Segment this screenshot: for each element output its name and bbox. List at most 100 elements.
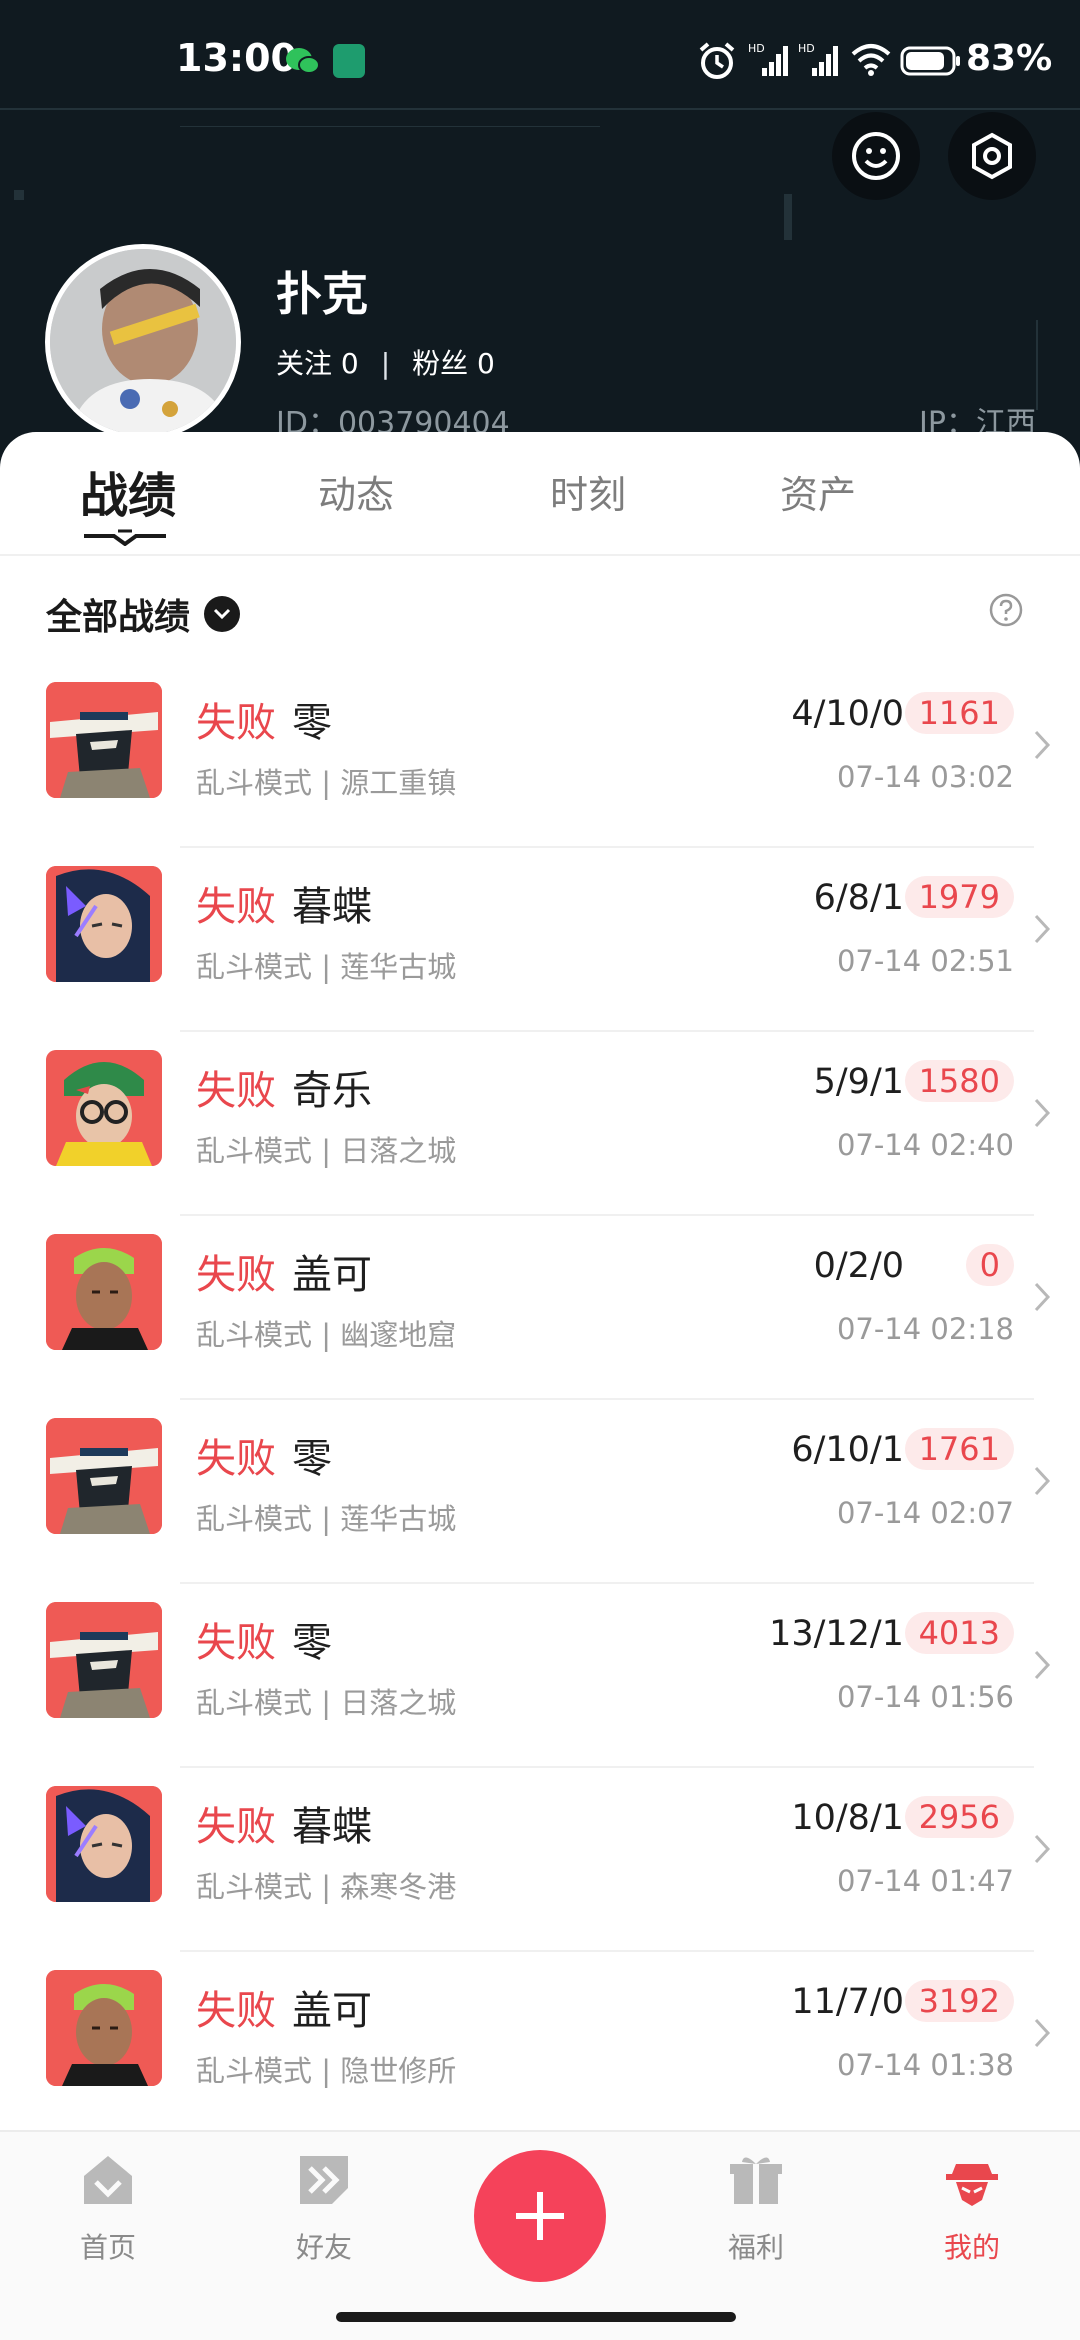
user-avatar[interactable] <box>45 244 241 440</box>
match-score-badge: 0 <box>965 1244 1014 1286</box>
hud-line <box>180 126 600 127</box>
wechat-notification-icon <box>286 48 319 74</box>
match-mode-map: 乱斗模式 | 隐世修所 <box>196 2054 457 2088</box>
nav-label: 首页 <box>79 2231 136 2264</box>
chevron-right-icon <box>1034 914 1051 944</box>
hud-line <box>14 190 24 200</box>
match-score-badge: 1979 <box>904 876 1014 918</box>
match-row[interactable]: 失败零乱斗模式 | 莲华古城 6/10/1 1761 07-14 02:07 <box>0 1400 1080 1584</box>
battery-percentage: 83% <box>966 38 1053 79</box>
fans-count[interactable]: 粉丝 0 <box>412 347 495 380</box>
agent-name: 奇乐 <box>292 1068 372 1114</box>
match-result: 失败 <box>196 884 276 930</box>
settings-button[interactable] <box>948 112 1036 200</box>
agent-name: 零 <box>292 1620 332 1666</box>
chevron-right-icon <box>1034 1834 1051 1864</box>
chevron-right-icon <box>1034 1466 1051 1496</box>
agent-avatar <box>46 1786 162 1902</box>
divider: | <box>380 347 391 380</box>
wifi-icon <box>851 44 891 76</box>
match-time: 07-14 02:07 <box>836 1496 1014 1530</box>
match-mode-map: 乱斗模式 | 日落之城 <box>196 1134 457 1168</box>
cellular-signal-icon: HD <box>798 42 838 76</box>
nav-label: 我的 <box>943 2231 1000 2264</box>
match-score-badge: 1161 <box>904 692 1014 734</box>
match-time: 07-14 01:47 <box>836 1864 1014 1898</box>
match-row[interactable]: 失败零乱斗模式 | 日落之城 13/12/1 4013 07-14 01:56 <box>0 1584 1080 1768</box>
match-kda: 0/2/0 <box>813 1246 904 1286</box>
svg-text:HD: HD <box>748 42 765 55</box>
chevron-right-icon <box>1034 2018 1051 2048</box>
status-time: 13:00 <box>176 36 297 80</box>
username: 扑克 <box>276 267 368 321</box>
match-result: 失败 <box>196 1804 276 1850</box>
status-bar: 13:00 HD HD 83% <box>0 30 1080 94</box>
battery-icon <box>900 46 960 76</box>
tab-assets[interactable]: 资产 <box>780 464 856 519</box>
match-row[interactable]: 失败 盖可乱斗模式 | 隐世修所 11/7/0 3192 07-14 01:38 <box>0 1952 1080 2136</box>
hud-line <box>1036 320 1038 410</box>
nav-rewards[interactable]: 福利 <box>686 2150 826 2266</box>
nav-me[interactable]: 我的 <box>902 2150 1042 2266</box>
agent-avatar <box>46 1970 162 2086</box>
match-time: 07-14 03:02 <box>836 760 1014 794</box>
cellular-signal-icon: HD <box>748 42 788 76</box>
agent-name: 盖可 <box>292 1988 372 2034</box>
tab-record[interactable]: 战绩 <box>80 456 176 526</box>
agent-avatar <box>46 1602 162 1718</box>
match-mode-map: 乱斗模式 | 日落之城 <box>196 1686 457 1720</box>
emoji-button[interactable] <box>832 112 920 200</box>
hud-line <box>0 108 1080 110</box>
match-kda: 4/10/0 <box>791 694 904 734</box>
chevron-right-icon <box>1034 1282 1051 1312</box>
chevron-right-icon <box>1034 730 1051 760</box>
svg-text:HD: HD <box>798 42 815 55</box>
add-button[interactable] <box>474 2150 606 2282</box>
match-row[interactable]: 失败 暮蝶 乱斗模式 | 莲华古城 6/8/1 1979 07-14 02:51 <box>0 848 1080 1032</box>
match-time: 07-14 02:18 <box>836 1312 1014 1346</box>
match-score-badge: 3192 <box>904 1980 1014 2022</box>
match-result: 失败 <box>196 1988 276 2034</box>
match-kda: 13/12/1 <box>769 1614 904 1654</box>
bottom-navigation: 首页 好友 福利 我的 <box>0 2130 1080 2340</box>
match-result: 失败 <box>196 1620 276 1666</box>
record-filter-dropdown[interactable]: 全部战绩 <box>46 588 241 640</box>
match-time: 07-14 01:56 <box>836 1680 1014 1714</box>
following-count[interactable]: 关注 0 <box>276 347 359 380</box>
tab-moments[interactable]: 时刻 <box>550 464 626 519</box>
gift-icon <box>730 2157 782 2204</box>
nav-home[interactable]: 首页 <box>38 2150 178 2266</box>
match-score-badge: 1761 <box>904 1428 1014 1470</box>
match-row[interactable]: 失败 盖可 乱斗模式 | 幽邃地窟 0/2/0 0 07-14 02:18 <box>0 1216 1080 1400</box>
match-kda: 6/8/1 <box>813 878 904 918</box>
agent-avatar <box>46 1418 162 1534</box>
match-row[interactable]: 失败 暮蝶 乱斗模式 | 森寒冬港 10/8/1 2956 07-14 01:47 <box>0 1768 1080 1952</box>
chevron-right-icon <box>1034 1098 1051 1128</box>
nav-label: 好友 <box>295 2231 352 2264</box>
match-score-badge: 4013 <box>904 1612 1014 1654</box>
match-time: 07-14 02:40 <box>836 1128 1014 1162</box>
match-result: 失败 <box>196 1068 276 1114</box>
nav-friends[interactable]: 好友 <box>254 2150 394 2266</box>
match-kda: 6/10/1 <box>791 1430 904 1470</box>
match-mode-map: 乱斗模式 | 莲华古城 <box>196 1502 457 1536</box>
agent-avatar <box>46 1234 162 1350</box>
match-list: 失败零乱斗模式 | 源工重镇 4/10/0 1161 07-14 03:02 失败 暮蝶乱… <box>0 664 1080 2136</box>
match-mode-map: 乱斗模式 | 幽邃地窟 <box>196 1318 457 1352</box>
match-kda: 5/9/1 <box>813 1062 904 1102</box>
home-icon <box>84 2156 132 2204</box>
filter-label: 全部战绩 <box>46 597 191 638</box>
nav-label: 福利 <box>727 2231 784 2264</box>
help-icon[interactable] <box>988 592 1024 628</box>
app-notification-icon <box>333 44 365 78</box>
match-time: 07-14 02:51 <box>836 944 1014 978</box>
match-time: 07-14 01:38 <box>836 2048 1014 2082</box>
tab-posts[interactable]: 动态 <box>318 464 394 519</box>
match-kda: 10/8/1 <box>791 1798 904 1838</box>
tab-bar: 战绩 动态 时刻 资产 <box>0 432 1080 556</box>
match-kda: 11/7/0 <box>791 1982 904 2022</box>
match-row[interactable]: 失败 奇乐 乱斗模式 | 日落之城 5/9/1 1580 07-14 02:40 <box>0 1032 1080 1216</box>
agent-name: 暮蝶 <box>292 1804 372 1850</box>
agent-name: 盖可 <box>292 1252 372 1298</box>
match-row[interactable]: 失败零乱斗模式 | 源工重镇 4/10/0 1161 07-14 03:02 <box>0 664 1080 848</box>
